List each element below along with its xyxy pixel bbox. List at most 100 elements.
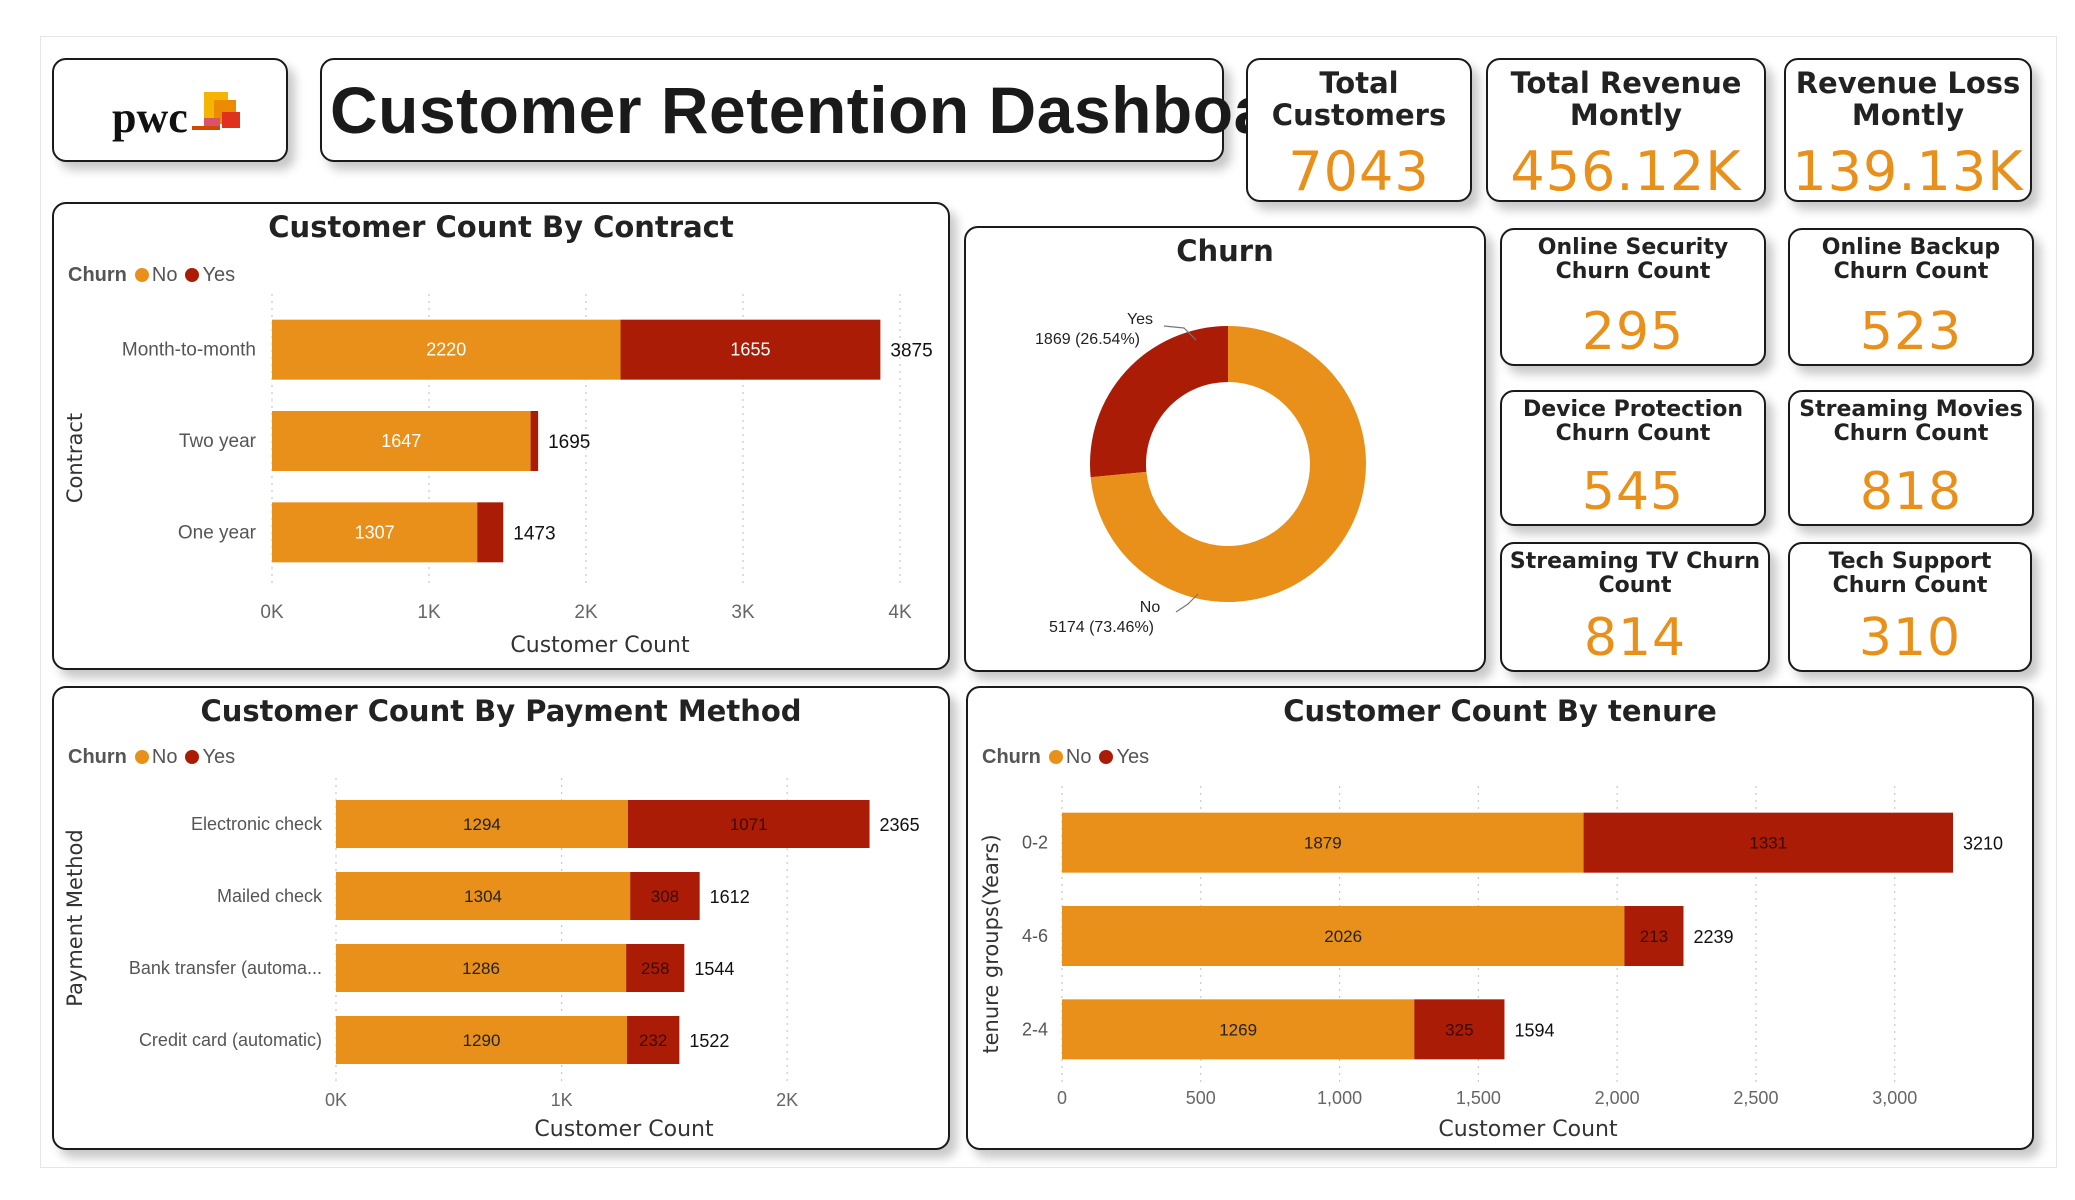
churn-donut-chart: Yes 1869 (26.54%) No 5174 (73.46%) — [1035, 311, 1366, 636]
page-title: Customer Retention Dashboard — [330, 73, 1338, 147]
contract-bar-chart: 0K 1K 2K 3K 4K Customer Count Contract Month-to… — [63, 294, 933, 658]
kpi-streaming-movies: Streaming Movies Churn Count 818 — [1788, 390, 2034, 526]
data-label: 1071 — [730, 815, 768, 834]
data-label: 2220 — [426, 340, 466, 360]
data-label: 1286 — [462, 959, 500, 978]
slice-value-label: 5174 (73.46%) — [1049, 619, 1154, 636]
category-label: Credit card (automatic) — [139, 1030, 322, 1050]
x-tick-label: 3,000 — [1872, 1088, 1917, 1108]
data-label: 1304 — [464, 887, 502, 906]
payment-bar-chart: 0K 1K 2K Customer Count Payment Method Electr… — [63, 778, 920, 1142]
leader-line — [1175, 593, 1199, 613]
total-label: 1522 — [689, 1031, 729, 1051]
x-tick-label: 1K — [551, 1090, 573, 1110]
kpi-title: Online Backup Churn Count — [1821, 235, 2001, 285]
total-label: 1594 — [1514, 1020, 1554, 1040]
bar-segment-yes[interactable] — [477, 502, 504, 563]
data-label: 232 — [639, 1031, 667, 1050]
data-label: 1647 — [381, 431, 421, 451]
x-axis-label: Customer Count — [1438, 1117, 1618, 1142]
data-label: 308 — [651, 887, 679, 906]
x-tick-label: 1,000 — [1317, 1088, 1362, 1108]
kpi-value: 523 — [1859, 302, 1963, 362]
kpi-title: Streaming Movies Churn Count — [1799, 397, 2023, 447]
data-label: 258 — [641, 959, 669, 978]
total-label: 1612 — [710, 887, 750, 907]
logo-card: pwc — [52, 58, 288, 162]
data-label: 2026 — [1324, 927, 1362, 946]
x-tick-label: 0K — [260, 602, 284, 623]
kpi-total-customers: Total Customers 7043 — [1246, 58, 1472, 203]
logo-block-icon — [222, 112, 240, 128]
kpi-title: Streaming TV Churn Count — [1509, 549, 1761, 599]
category-label: Two year — [179, 431, 257, 452]
data-label: 325 — [1445, 1020, 1473, 1039]
kpi-value: 814 — [1583, 608, 1687, 668]
x-tick-label: 2,000 — [1595, 1088, 1640, 1108]
data-label: 1331 — [1749, 834, 1787, 853]
logo-text: pwc — [112, 93, 188, 142]
donut-slice-yes[interactable] — [1090, 326, 1228, 478]
data-label: 1307 — [355, 522, 395, 542]
slice-value-label: 1869 (26.54%) — [1035, 331, 1140, 348]
kpi-value: 295 — [1581, 302, 1685, 362]
x-tick-label: 1K — [417, 602, 441, 623]
kpi-value: 545 — [1581, 462, 1685, 522]
kpi-title: Revenue Loss Montly — [1795, 66, 2021, 132]
x-tick-label: 2K — [776, 1090, 798, 1110]
y-axis-label: Contract — [63, 413, 87, 503]
x-tick-label: 500 — [1186, 1088, 1216, 1108]
kpi-value: 456.12K — [1510, 140, 1742, 203]
kpi-online-backup: Online Backup Churn Count 523 — [1788, 228, 2034, 366]
data-label: 213 — [1640, 927, 1668, 946]
tenure-chart-card: Customer Count By tenure Churn No Yes 0 500… — [966, 686, 2034, 1150]
x-axis-label: Customer Count — [510, 633, 690, 658]
x-tick-label: 0 — [1057, 1088, 1067, 1108]
data-label: 1655 — [730, 340, 770, 360]
contract-chart-card: Customer Count By Contract Churn No Yes 0K… — [52, 202, 950, 670]
kpi-streaming-tv: Streaming TV Churn Count 814 — [1500, 542, 1770, 672]
category-label: One year — [178, 522, 257, 543]
y-axis-label: tenure groups(Years) — [979, 834, 1003, 1053]
kpi-online-security: Online Security Churn Count 295 — [1500, 228, 1766, 366]
category-label: Bank transfer (automa... — [129, 958, 322, 978]
category-label: Electronic check — [191, 814, 323, 834]
category-label: 4-6 — [1022, 926, 1048, 946]
pwc-logo: pwc — [112, 92, 240, 142]
x-tick-label: 2,500 — [1733, 1088, 1778, 1108]
title-card: Customer Retention Dashboard — [320, 58, 1337, 162]
kpi-value: 7043 — [1288, 140, 1430, 203]
kpi-value: 818 — [1859, 462, 1963, 522]
category-label: Month-to-month — [122, 340, 256, 361]
kpi-title: Online Security Churn Count — [1537, 235, 1729, 285]
x-tick-label: 3K — [731, 602, 755, 623]
x-axis-label: Customer Count — [534, 1117, 714, 1142]
total-label: 1473 — [513, 523, 555, 544]
bar-segment-yes[interactable] — [530, 411, 539, 471]
payment-chart-card: Customer Count By Payment Method Churn No… — [52, 686, 950, 1150]
kpi-value: 139.13K — [1792, 140, 2024, 203]
data-label: 1294 — [463, 815, 501, 834]
total-label: 1695 — [548, 432, 590, 453]
kpi-title: Tech Support Churn Count — [1828, 549, 1992, 599]
total-label: 1544 — [694, 959, 734, 979]
x-tick-label: 4K — [888, 602, 912, 623]
kpi-total-revenue: Total Revenue Montly 456.12K — [1486, 58, 1766, 203]
logo-underline-icon — [192, 126, 220, 130]
data-label: 1269 — [1219, 1020, 1257, 1039]
x-tick-label: 2K — [574, 602, 598, 623]
category-label: 2-4 — [1022, 1019, 1048, 1039]
category-label: 0-2 — [1022, 833, 1048, 853]
total-label: 2365 — [880, 815, 920, 835]
kpi-revenue-loss: Revenue Loss Montly 139.13K — [1784, 58, 2032, 203]
data-label: 1290 — [463, 1031, 501, 1050]
churn-donut-card: Churn Yes 1869 (26.54%) No 5174 (73.46%) — [964, 226, 1486, 672]
total-label: 3875 — [890, 341, 932, 362]
x-tick-label: 0K — [325, 1090, 347, 1110]
data-label: 1879 — [1304, 834, 1342, 853]
y-axis-label: Payment Method — [63, 829, 87, 1006]
tenure-bar-chart: 0 500 1,000 1,500 2,000 2,500 3,000 Customer Co… — [979, 786, 2003, 1142]
category-label: Mailed check — [217, 886, 323, 906]
kpi-tech-support: Tech Support Churn Count 310 — [1788, 542, 2032, 672]
kpi-device-protection: Device Protection Churn Count 545 — [1500, 390, 1766, 526]
